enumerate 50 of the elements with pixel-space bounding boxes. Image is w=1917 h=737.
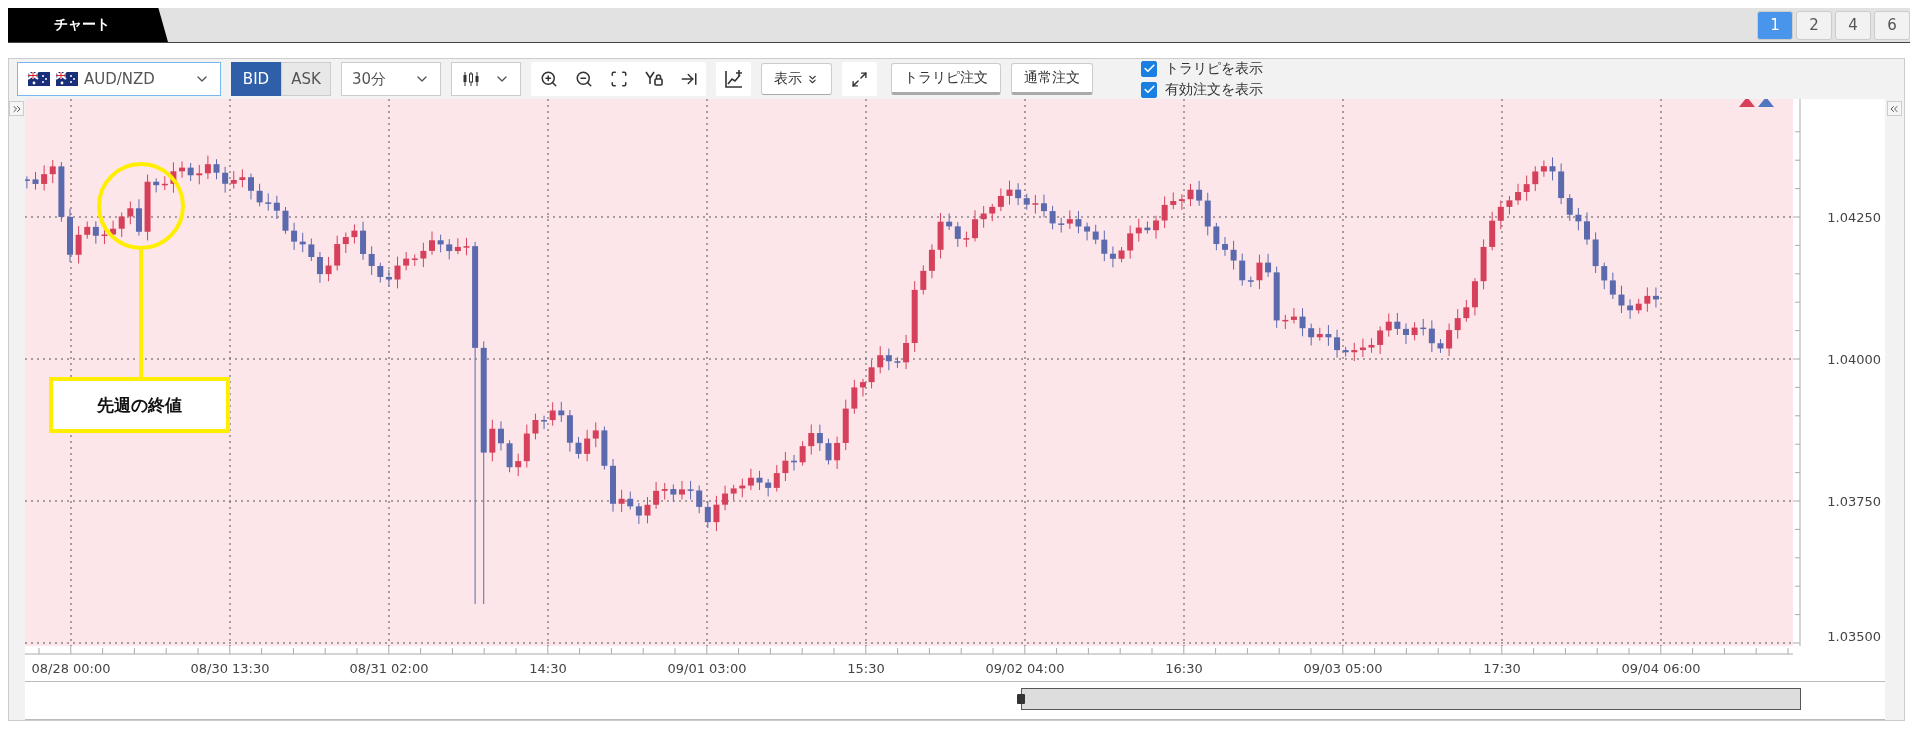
y-axis-label: 1.03750 <box>1826 494 1881 509</box>
buy-triangle-icon <box>1757 99 1774 107</box>
navigator-window[interactable] <box>1020 688 1801 710</box>
layout-button[interactable]: 2 <box>1796 10 1832 40</box>
y-axis-label: 1.03500 <box>1826 629 1881 644</box>
chart-type-select[interactable] <box>451 62 521 96</box>
flag-icon <box>56 72 78 86</box>
expand-panel-button[interactable] <box>9 101 25 116</box>
checkbox-label: 有効注文を表示 <box>1165 80 1263 99</box>
x-axis-label: 08/31 02:00 <box>349 661 429 676</box>
indicator-chart-icon <box>723 69 744 89</box>
x-axis-label: 08/30 13:30 <box>190 661 270 676</box>
checkbox-label: トラリピを表示 <box>1165 59 1263 78</box>
axis-lock-icon <box>643 70 664 88</box>
check-icon <box>1142 62 1156 75</box>
price-type-button[interactable]: ASK <box>281 62 331 96</box>
price-type-button[interactable]: BID <box>231 62 281 96</box>
x-axis-label: 09/01 03:00 <box>667 661 747 676</box>
chart-tab[interactable]: チャート <box>8 8 168 42</box>
layout-button[interactable]: 4 <box>1835 10 1871 40</box>
x-axis-label: 17:30 <box>1482 661 1521 676</box>
x-axis-label: 15:30 <box>846 661 885 676</box>
checkbox[interactable] <box>1141 60 1157 77</box>
checkbox[interactable] <box>1141 81 1157 98</box>
layout-button[interactable]: 6 <box>1874 10 1910 40</box>
collapse-panel-button[interactable] <box>1886 101 1902 116</box>
zoom-out-icon <box>574 70 593 88</box>
display-button[interactable]: 表示 <box>761 63 832 95</box>
y-axis-label: 1.04250 <box>1826 210 1881 225</box>
zoom-in-icon <box>539 70 558 88</box>
x-axis-label: 09/04 06:00 <box>1621 661 1701 676</box>
check-icon <box>1142 83 1156 96</box>
navigator-handle[interactable] <box>1016 694 1025 704</box>
flag-icon <box>28 72 50 86</box>
expand-icon <box>851 70 868 88</box>
y-axis-label: 1.04000 <box>1826 352 1881 367</box>
timeframe-select[interactable]: 30分 <box>341 62 441 96</box>
fit-icon <box>609 70 628 88</box>
arrow-to-line-icon <box>679 70 698 88</box>
x-axis-label: 14:30 <box>528 661 567 676</box>
x-axis-label: 09/03 05:00 <box>1303 661 1383 676</box>
currency-pair-select[interactable]: AUD/NZD <box>17 62 221 96</box>
x-axis-label: 16:30 <box>1164 661 1203 676</box>
sell-triangle-icon <box>1738 99 1755 107</box>
callout-text: 先週の終値 <box>96 393 182 417</box>
x-axis-label: 08/28 00:00 <box>31 661 111 676</box>
order-button[interactable]: トラリピ注文 <box>891 63 1001 95</box>
order-button[interactable]: 通常注文 <box>1011 63 1093 95</box>
candlestick-icon <box>462 71 480 87</box>
x-axis-label: 09/02 04:00 <box>985 661 1065 676</box>
